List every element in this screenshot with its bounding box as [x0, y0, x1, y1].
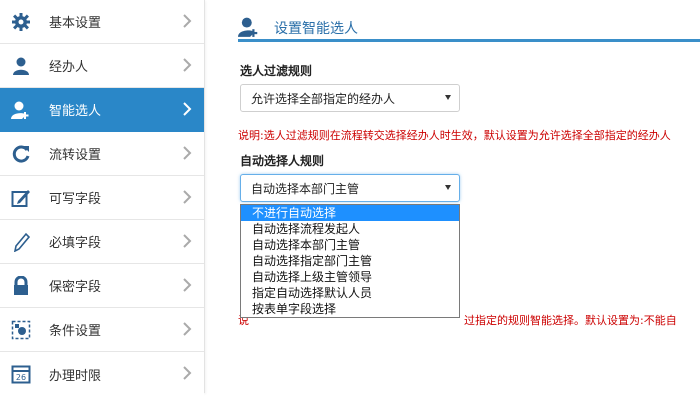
sidebar: 基本设置 经办人 智能选人 流转设置 可写字段 必填字段 保密字段 条件设置 2…: [0, 0, 205, 396]
edit-icon: [10, 187, 32, 209]
chevron-right-icon: [183, 322, 192, 336]
user-add-icon: [238, 17, 258, 37]
sidebar-item-label: 经办人: [49, 60, 89, 75]
filter-rule-selected: 允许选择全部指定的经办人: [251, 91, 396, 106]
dropdown-option[interactable]: 自动选择指定部门主管: [241, 253, 459, 269]
dropdown-arrow-icon: [445, 185, 451, 190]
sidebar-item-writable-fields[interactable]: 可写字段: [0, 176, 204, 220]
main-panel: 设置智能选人 选人过滤规则 允许选择全部指定的经办人 说明:选人过滤规则在流程转…: [238, 0, 700, 398]
gear-icon: [10, 11, 32, 33]
svg-text:26: 26: [16, 373, 26, 382]
sidebar-item-label: 条件设置: [49, 324, 102, 339]
chevron-right-icon: [183, 190, 192, 204]
auto-rule-note-right: 过指定的规则智能选择。默认设置为:不能自: [464, 314, 677, 327]
lock-icon: [10, 275, 32, 297]
dropdown-option[interactable]: 自动选择上级主管领导: [241, 269, 459, 285]
sidebar-item-condition-settings[interactable]: 条件设置: [0, 308, 204, 352]
dropdown-option[interactable]: 指定自动选择默认人员: [241, 285, 459, 301]
sidebar-item-label: 必填字段: [49, 236, 102, 251]
sidebar-item-label: 流转设置: [49, 148, 102, 163]
sidebar-item-label: 基本设置: [49, 16, 102, 31]
filter-rule-note: 说明:选人过滤规则在流程转交选择经办人时生效，默认设置为允许选择全部指定的经办人: [238, 129, 671, 142]
chevron-right-icon: [183, 58, 192, 72]
chevron-right-icon: [183, 234, 192, 248]
auto-rule-label: 自动选择人规则: [240, 154, 325, 168]
page-title: 设置智能选人: [274, 21, 358, 37]
chevron-right-icon: [183, 14, 192, 28]
filter-rule-label: 选人过滤规则: [240, 64, 313, 78]
sidebar-item-time-limit[interactable]: 26 办理时限: [0, 352, 204, 396]
sidebar-item-required-fields[interactable]: 必填字段: [0, 220, 204, 264]
sidebar-item-label: 办理时限: [49, 368, 102, 384]
sidebar-item-flow-settings[interactable]: 流转设置: [0, 132, 204, 176]
chevron-right-icon: [183, 278, 192, 292]
user-add-icon: [10, 99, 32, 121]
dropdown-option[interactable]: 自动选择流程发起人: [241, 221, 459, 237]
sidebar-item-handler[interactable]: 经办人: [0, 44, 204, 88]
dropdown-option[interactable]: 按表单字段选择: [241, 301, 459, 317]
dropdown-option[interactable]: 不进行自动选择: [241, 205, 459, 221]
chevron-right-icon: [183, 366, 192, 380]
pencil-icon: [10, 231, 32, 253]
sidebar-item-label: 智能选人: [49, 104, 102, 119]
chevron-right-icon: [183, 102, 192, 116]
sidebar-item-label: 可写字段: [49, 192, 102, 207]
sidebar-item-smart-select[interactable]: 智能选人: [0, 88, 204, 132]
sidebar-item-basic-settings[interactable]: 基本设置: [0, 0, 204, 44]
calendar-icon: 26: [10, 363, 32, 385]
chevron-right-icon: [183, 146, 192, 160]
user-icon: [10, 55, 32, 77]
sidebar-item-secret-fields[interactable]: 保密字段: [0, 264, 204, 308]
filter-rule-select[interactable]: 允许选择全部指定的经办人: [240, 84, 460, 112]
auto-rule-selected: 自动选择本部门主管: [251, 181, 360, 196]
dropdown-arrow-icon: [445, 95, 451, 100]
sidebar-item-label: 保密字段: [49, 280, 102, 295]
auto-rule-select[interactable]: 自动选择本部门主管: [240, 174, 460, 202]
page-header: 设置智能选人: [238, 16, 700, 42]
auto-rule-dropdown-list: 不进行自动选择 自动选择流程发起人 自动选择本部门主管 自动选择指定部门主管 自…: [240, 204, 460, 318]
refresh-icon: [10, 143, 32, 165]
condition-icon: [10, 319, 32, 341]
dropdown-option[interactable]: 自动选择本部门主管: [241, 237, 459, 253]
